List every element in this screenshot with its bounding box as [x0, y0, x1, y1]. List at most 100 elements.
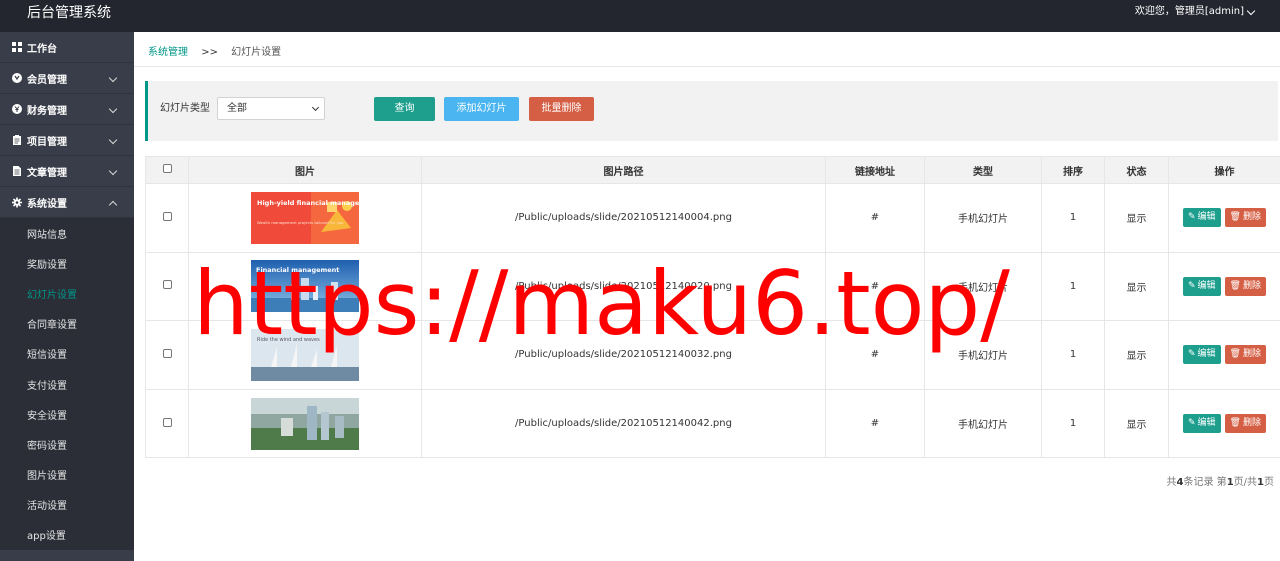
delete-label: 删除 — [1242, 212, 1261, 223]
status-cell: 显示 — [1104, 251, 1169, 322]
sidebar-item-dashboard[interactable]: 工作台 — [0, 32, 134, 63]
delete-button[interactable]: 🗑 删除 — [1224, 276, 1266, 296]
path-cell: /Public/uploads/slide/20210512140032.png — [421, 320, 826, 390]
edit-label: 编辑 — [1197, 349, 1216, 360]
delete-label: 删除 — [1242, 418, 1261, 429]
pager-pages: 1 — [1257, 477, 1264, 488]
pager-mid: 条记录 第 — [1183, 477, 1227, 488]
table-row: Financial management /Public/uploads/sli… — [145, 251, 1280, 322]
sidebar-item-projects[interactable]: 项目管理 — [0, 125, 134, 156]
row-checkbox[interactable] — [162, 417, 172, 427]
sidebar-item-system-settings[interactable]: 系统设置 — [0, 187, 134, 218]
delete-button[interactable]: 🗑 删除 — [1224, 345, 1266, 365]
column-header-status: 状态 — [1104, 156, 1169, 184]
pagination-summary: 共4条记录 第1页/共1页 — [1167, 476, 1274, 490]
sidebar-subitem-activity-settings[interactable]: 活动设置 — [0, 490, 134, 520]
slide-type-select[interactable]: 全部 — [217, 97, 325, 120]
type-cell: 手机幻灯片 — [924, 183, 1042, 253]
sidebar-subitem-payment-settings[interactable]: 支付设置 — [0, 369, 134, 399]
sidebar-item-finance[interactable]: 财务管理 — [0, 94, 134, 125]
clipboard-icon — [12, 135, 22, 145]
select-all-checkbox[interactable] — [162, 164, 172, 173]
table-row: Ride the wind and waves /Public/uploads/… — [145, 320, 1280, 390]
edit-icon: ✎ — [1187, 418, 1196, 429]
row-checkbox[interactable] — [162, 280, 172, 290]
chevron-up-icon — [108, 200, 118, 210]
main-content: 系统管理 >> 幻灯片设置 幻灯片类型 全部 查询 添加幻灯片 批量删除 图片 … — [134, 32, 1280, 561]
slide-thumbnail: Ride the wind and waves — [251, 328, 359, 381]
chevron-down-icon — [108, 166, 118, 176]
row-select-cell — [145, 388, 189, 459]
breadcrumb-system-management[interactable]: 系统管理 — [148, 47, 188, 58]
link-cell: # — [825, 388, 925, 459]
delete-label: 删除 — [1242, 349, 1261, 360]
slide-thumbnail: High-yield financial management Wealth m… — [251, 191, 359, 244]
thumbnail-cell: Financial management — [188, 251, 422, 322]
chevron-down-icon — [311, 103, 320, 112]
sidebar-subitem-sms-settings[interactable]: 短信设置 — [0, 339, 134, 369]
edit-label: 编辑 — [1197, 418, 1216, 429]
slide-type-selected: 全部 — [227, 103, 247, 114]
batch-delete-button[interactable]: 批量删除 — [529, 97, 594, 121]
pager-prefix: 共 — [1166, 477, 1177, 488]
edit-button[interactable]: ✎ 编辑 — [1182, 345, 1221, 365]
trash-icon: 🗑 — [1229, 349, 1241, 360]
thumbnail-cell — [188, 388, 422, 459]
thumbnail-caption: Ride the wind and waves — [257, 337, 320, 343]
row-select-cell — [145, 320, 189, 390]
actions-cell: ✎ 编辑 🗑 删除 — [1168, 183, 1280, 253]
sidebar-subitem-slide-settings[interactable]: 幻灯片设置 — [0, 278, 134, 308]
add-slide-button[interactable]: 添加幻灯片 — [444, 97, 519, 121]
type-cell: 手机幻灯片 — [924, 251, 1042, 322]
sidebar-item-label: 财务管理 — [27, 105, 67, 117]
pager-page: 1 — [1226, 477, 1234, 488]
sidebar-subitem-site-info[interactable]: 网站信息 — [0, 218, 134, 248]
row-checkbox[interactable] — [162, 211, 172, 221]
edit-button[interactable]: ✎ 编辑 — [1182, 276, 1221, 296]
finance-icon — [12, 104, 22, 114]
user-menu[interactable]: 欢迎您，管理员[admin] — [1135, 5, 1256, 19]
status-cell: 显示 — [1104, 183, 1169, 253]
sidebar-subitem-image-settings[interactable]: 图片设置 — [0, 460, 134, 490]
column-header-image: 图片 — [188, 156, 422, 184]
sidebar-subitem-reward-settings[interactable]: 奖励设置 — [0, 248, 134, 278]
pager-total: 4 — [1176, 477, 1184, 488]
sidebar-item-articles[interactable]: 文章管理 — [0, 156, 134, 187]
row-select-cell — [145, 183, 189, 253]
link-cell: # — [825, 251, 925, 322]
type-cell: 手机幻灯片 — [924, 388, 1042, 459]
column-header-type: 类型 — [924, 156, 1042, 184]
edit-icon: ✎ — [1187, 212, 1196, 223]
edit-button[interactable]: ✎ 编辑 — [1182, 414, 1221, 434]
sidebar-item-label: 会员管理 — [27, 74, 67, 86]
thumbnail-cell: High-yield financial management Wealth m… — [188, 183, 422, 253]
column-header-sort: 排序 — [1041, 156, 1105, 184]
actions-cell: ✎ 编辑 🗑 删除 — [1168, 320, 1280, 390]
sidebar-subitem-app-settings[interactable]: app设置 — [0, 520, 134, 550]
chevron-down-icon — [1246, 6, 1256, 15]
thumbnail-caption: Financial management — [256, 266, 339, 274]
query-button[interactable]: 查询 — [374, 97, 435, 121]
path-cell: /Public/uploads/slide/20210512140042.png — [421, 388, 826, 459]
status-cell: 显示 — [1104, 388, 1169, 459]
row-checkbox[interactable] — [162, 348, 172, 358]
delete-label: 删除 — [1242, 280, 1261, 291]
thumbnail-cell: Ride the wind and waves — [188, 320, 422, 390]
select-all-cell — [145, 156, 189, 184]
filter-panel: 幻灯片类型 全部 查询 添加幻灯片 批量删除 — [145, 81, 1278, 141]
sidebar-item-members[interactable]: 会员管理 — [0, 63, 134, 94]
sort-cell: 1 — [1041, 251, 1105, 322]
sort-cell: 1 — [1041, 183, 1105, 253]
sort-cell: 1 — [1041, 320, 1105, 390]
document-icon — [12, 166, 22, 176]
sidebar-subitem-password-settings[interactable]: 密码设置 — [0, 429, 134, 459]
sidebar-subitem-contract-seal[interactable]: 合同章设置 — [0, 309, 134, 339]
delete-button[interactable]: 🗑 删除 — [1224, 208, 1266, 228]
delete-button[interactable]: 🗑 删除 — [1224, 414, 1266, 434]
edit-button[interactable]: ✎ 编辑 — [1182, 208, 1221, 228]
pager-mid2: 页/共 — [1233, 477, 1258, 488]
thumbnail-caption: High-yield financial management — [257, 199, 359, 207]
sidebar-subitem-security-settings[interactable]: 安全设置 — [0, 399, 134, 429]
top-header: 后台管理系统 欢迎您，管理员[admin] — [0, 0, 1280, 32]
app-title: 后台管理系统 — [27, 5, 111, 21]
